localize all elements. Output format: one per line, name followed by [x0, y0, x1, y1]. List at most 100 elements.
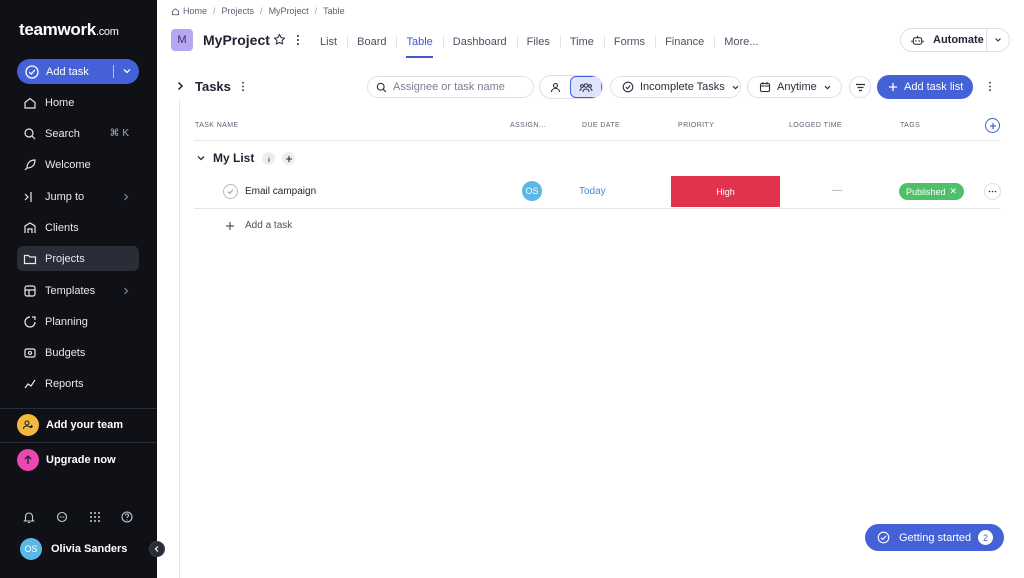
- chat-icon[interactable]: [55, 510, 69, 524]
- getting-started-button[interactable]: Getting started 2: [865, 524, 1004, 551]
- sidebar-item-reports[interactable]: Reports: [17, 371, 139, 396]
- breadcrumb-projects[interactable]: Projects: [222, 6, 255, 16]
- sidebar-item-planning[interactable]: Planning: [17, 309, 139, 334]
- sidebar-item-projects[interactable]: Projects: [17, 246, 139, 271]
- breadcrumb-home[interactable]: Home: [183, 6, 207, 16]
- tab-dashboard[interactable]: Dashboard: [442, 25, 517, 58]
- tab-forms[interactable]: Forms: [603, 25, 655, 58]
- logged-time[interactable]: —: [832, 185, 842, 196]
- sidebar-item-label: Clients: [45, 221, 79, 234]
- tab-time[interactable]: Time: [559, 25, 604, 58]
- templates-icon: [24, 284, 36, 297]
- sidebar-item-label: Projects: [45, 252, 85, 265]
- add-task-list-button[interactable]: Add task list: [877, 75, 973, 99]
- collapse-sidebar-button[interactable]: [149, 541, 165, 557]
- getting-started-label: Getting started: [899, 531, 972, 544]
- sidebar-item-label: Welcome: [45, 158, 91, 171]
- sidebar-item-search[interactable]: Search ⌘ K: [17, 121, 139, 146]
- sidebar-item-clients[interactable]: Clients: [17, 215, 139, 240]
- filter-button[interactable]: [849, 76, 871, 98]
- apps-grid-icon[interactable]: [88, 510, 102, 524]
- column-header-tags[interactable]: TAGS: [900, 122, 920, 129]
- sidebar-item-label: Reports: [45, 377, 84, 390]
- more-vertical-icon[interactable]: [294, 34, 302, 46]
- task-list-name[interactable]: My List: [213, 151, 254, 165]
- tag-badge[interactable]: Published ✕: [899, 183, 965, 200]
- sidebar-item-label: Home: [45, 96, 75, 109]
- divider: [0, 442, 157, 443]
- column-header-due-date[interactable]: DUE DATE: [582, 122, 620, 129]
- chevron-right-icon: [124, 287, 129, 294]
- breadcrumb-separator: /: [260, 6, 263, 16]
- list-add-button[interactable]: [282, 152, 295, 165]
- project-badge: M: [171, 29, 193, 51]
- breadcrumb-project[interactable]: MyProject: [269, 6, 309, 16]
- task-complete-checkbox[interactable]: [223, 184, 238, 199]
- everyone-toggle[interactable]: [570, 76, 602, 98]
- list-info-button[interactable]: [262, 152, 275, 165]
- tab-board[interactable]: Board: [347, 25, 396, 58]
- chevron-right-icon[interactable]: [174, 80, 186, 92]
- automate-label: Automate: [933, 34, 984, 46]
- my-tasks-toggle[interactable]: [540, 76, 570, 98]
- tab-files[interactable]: Files: [516, 25, 560, 58]
- column-header-logged-time[interactable]: LOGGED TIME: [789, 122, 842, 129]
- add-a-task-button[interactable]: Add a task: [225, 220, 292, 231]
- tab-table[interactable]: Table: [396, 25, 442, 58]
- upgrade-button[interactable]: Upgrade now: [17, 449, 116, 471]
- column-header-task-name[interactable]: TASK NAME: [195, 122, 239, 129]
- chevron-down-icon[interactable]: [121, 65, 133, 77]
- tasks-heading: Tasks: [195, 79, 231, 94]
- sidebar-item-jump-to[interactable]: Jump to: [17, 184, 139, 209]
- chevron-down-icon[interactable]: [196, 153, 206, 163]
- remove-tag-icon[interactable]: ✕: [950, 186, 958, 197]
- chevron-down-icon[interactable]: [993, 35, 1003, 45]
- divider: [194, 140, 1001, 141]
- date-filter-label: Anytime: [777, 81, 817, 93]
- tab-more[interactable]: More...: [714, 25, 768, 58]
- row-options-button[interactable]: [984, 183, 1001, 200]
- teamwork-logo[interactable]: teamwork.com: [19, 20, 119, 40]
- column-header-assignee[interactable]: ASSIGN...: [510, 122, 546, 129]
- automate-button[interactable]: Automate: [900, 28, 1010, 52]
- user-name: Olivia Sanders: [51, 543, 128, 555]
- task-filter-dropdown[interactable]: Incomplete Tasks: [610, 76, 741, 98]
- add-column-button[interactable]: [985, 118, 1000, 133]
- sidebar-item-welcome[interactable]: Welcome: [17, 152, 139, 177]
- more-vertical-icon[interactable]: [240, 81, 246, 92]
- sidebar-item-budgets[interactable]: Budgets: [17, 340, 139, 365]
- star-icon[interactable]: [273, 33, 286, 46]
- check-circle-icon: [25, 64, 39, 79]
- search-icon: [24, 127, 36, 139]
- tab-finance[interactable]: Finance: [655, 25, 714, 58]
- search-input[interactable]: [393, 81, 533, 93]
- home-icon: [171, 7, 180, 15]
- date-filter-dropdown[interactable]: Anytime: [747, 76, 842, 98]
- sidebar-item-templates[interactable]: Templates: [17, 278, 139, 303]
- check-circle-icon: [877, 531, 890, 544]
- priority-cell[interactable]: High: [671, 176, 780, 207]
- tab-list[interactable]: List: [310, 25, 347, 58]
- due-date[interactable]: Today: [579, 186, 606, 197]
- clients-icon: [24, 221, 36, 233]
- assignee-avatar[interactable]: OS: [522, 181, 542, 201]
- plus-icon: [989, 122, 996, 129]
- task-name[interactable]: Email campaign: [245, 186, 316, 197]
- add-task-button[interactable]: Add task: [17, 59, 139, 84]
- add-a-task-label: Add a task: [245, 220, 293, 231]
- plus-icon: [889, 83, 897, 91]
- more-vertical-icon[interactable]: [987, 81, 993, 92]
- search-icon: [376, 82, 387, 92]
- bell-icon[interactable]: [22, 510, 36, 524]
- add-team-button[interactable]: Add your team: [17, 414, 123, 436]
- column-header-priority[interactable]: PRIORITY: [678, 122, 714, 129]
- divider: [113, 65, 114, 78]
- add-task-list-label: Add task list: [904, 81, 964, 93]
- sidebar-item-home[interactable]: Home: [17, 90, 139, 115]
- breadcrumb-current: Table: [323, 6, 345, 16]
- sidebar-item-label: Templates: [45, 284, 96, 297]
- help-icon[interactable]: [120, 510, 134, 524]
- breadcrumb: Home / Projects / MyProject / Table: [171, 6, 345, 16]
- user-profile[interactable]: OS Olivia Sanders: [20, 538, 127, 560]
- divider: [194, 208, 1001, 209]
